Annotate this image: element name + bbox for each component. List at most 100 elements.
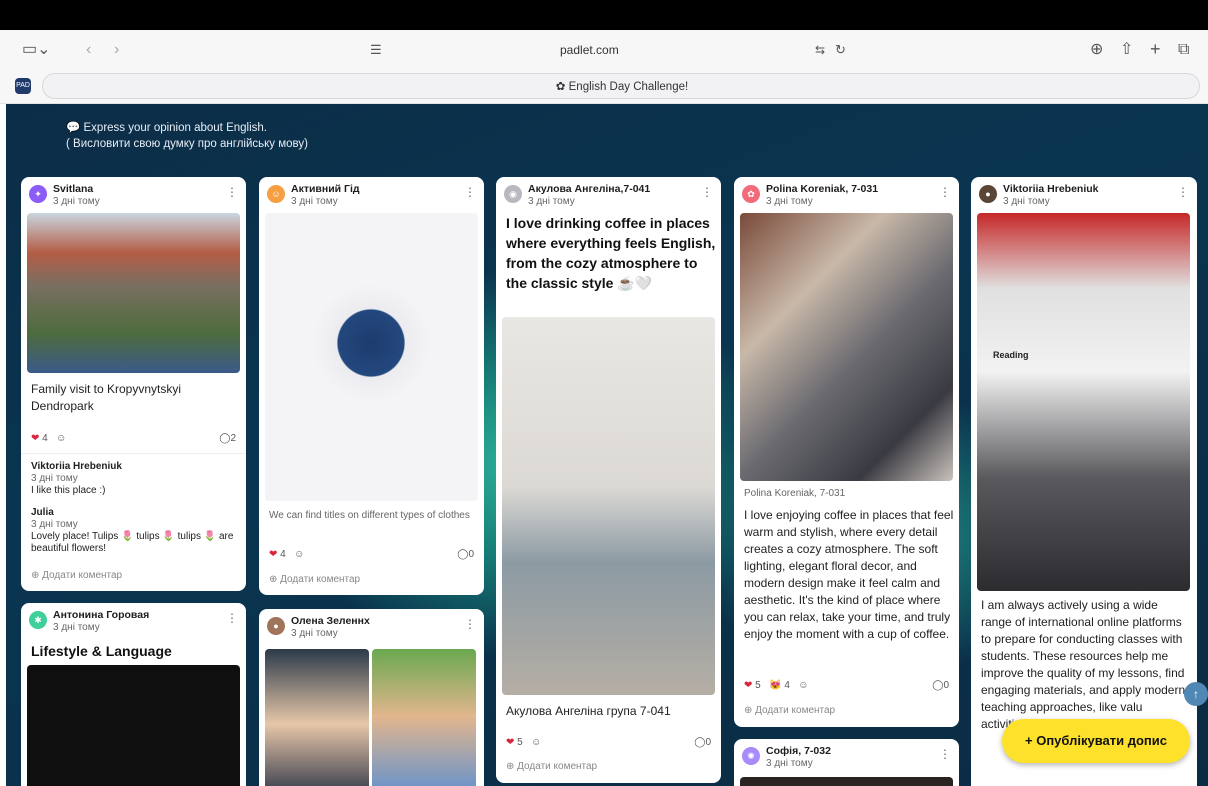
more-options-icon[interactable]: ⋮ — [701, 185, 713, 199]
translate-icon[interactable]: ⇆ — [815, 40, 825, 60]
post-header: ✱ Антонина Горовая 3 дні тому ⋮ — [29, 609, 238, 635]
more-options-icon[interactable]: ⋮ — [226, 611, 238, 625]
comment-icon: ◯ — [932, 680, 944, 691]
reader-icon[interactable]: ☰ — [370, 40, 382, 60]
smile-reaction-icon: 😻 — [769, 680, 782, 691]
post-header: ● Олена Зеленнх 3 дні тому ⋮ — [267, 615, 476, 641]
comment-count[interactable]: ◯0 — [457, 549, 474, 560]
comment: Julia 3 дні тому Lovely place! Tulips 🌷 … — [31, 507, 234, 554]
post-photo[interactable]: Reading — [977, 213, 1190, 591]
add-comment-button[interactable]: ⊕ Додати коментар — [31, 570, 122, 581]
more-options-icon[interactable]: ⋮ — [939, 747, 951, 761]
avatar: ✦ — [29, 185, 47, 203]
add-reaction-icon[interactable]: ☺ — [56, 433, 66, 444]
share-icon[interactable]: ⇧ — [1120, 40, 1133, 60]
comment-icon: ◯ — [457, 549, 469, 560]
sidebar-toggle-icon[interactable]: ▭⌄ — [22, 40, 51, 60]
post-title: Lifestyle & Language — [31, 643, 172, 659]
post-header: ◉ Акулова Ангеліна,7-041 3 дні тому ⋮ — [504, 183, 713, 209]
post-header: ✦ Svitlana 3 дні тому ⋮ — [29, 183, 238, 209]
post-header: ● Viktoriia Hrebeniuk 3 дні тому ⋮ — [979, 183, 1189, 209]
comment-count[interactable]: ◯0 — [932, 680, 949, 691]
avatar: ✱ — [29, 611, 47, 629]
post-author: Акулова Ангеліна,7-041 — [528, 183, 651, 195]
post-photo[interactable] — [502, 317, 715, 695]
add-reaction-icon[interactable]: ☺ — [531, 737, 541, 748]
scroll-up-button[interactable]: ↑ — [1184, 682, 1208, 706]
screen-heading: Reading — [993, 350, 1029, 360]
more-options-icon[interactable]: ⋮ — [939, 185, 951, 199]
post-card[interactable]: ● Viktoriia Hrebeniuk 3 дні тому ⋮ Readi… — [971, 177, 1197, 786]
post-author: Polina Koreniak, 7-031 — [766, 183, 879, 195]
post-author: Олена Зеленнх — [291, 615, 370, 627]
browser-toolbar: ▭⌄ ‹ › ☰ padlet.com ⇆ ↻ ⊕ ⇧ + ⧉ PAD ✿ En… — [0, 30, 1208, 104]
post-author: Viktoriia Hrebeniuk — [1003, 183, 1099, 195]
post-photo[interactable] — [265, 649, 369, 786]
post-time: 3 дні тому — [766, 196, 813, 207]
add-comment-button[interactable]: ⊕ Додати коментар — [744, 705, 835, 716]
post-photo[interactable] — [740, 777, 953, 786]
post-time: 3 дні тому — [766, 758, 813, 769]
avatar: ✿ — [742, 185, 760, 203]
download-icon[interactable]: ⊕ — [1090, 40, 1103, 60]
post-photo[interactable] — [372, 649, 476, 786]
reload-icon[interactable]: ↻ — [835, 40, 846, 60]
tab[interactable]: ✿ English Day Challenge! — [42, 73, 1200, 99]
avatar: ● — [979, 185, 997, 203]
more-options-icon[interactable]: ⋮ — [1177, 185, 1189, 199]
heart-icon: ❤ — [269, 549, 278, 560]
post-card[interactable]: ● Олена Зеленнх 3 дні тому ⋮ — [259, 609, 484, 786]
reactions[interactable]: ❤ 5 😻 4 ☺ — [744, 680, 808, 691]
post-time: 3 дні тому — [1003, 196, 1050, 207]
post-header: ☺ Активний Гід 3 дні тому ⋮ — [267, 183, 476, 209]
post-card[interactable]: ☺ Активний Гід 3 дні тому ⋮ We can find … — [259, 177, 484, 595]
more-options-icon[interactable]: ⋮ — [226, 185, 238, 199]
forward-icon[interactable]: › — [114, 40, 119, 60]
post-author: Активний Гід — [291, 183, 360, 195]
post-card[interactable]: ◉ Акулова Ангеліна,7-041 3 дні тому ⋮ I … — [496, 177, 721, 783]
post-video[interactable] — [27, 665, 240, 786]
post-photo[interactable] — [265, 213, 478, 501]
reactions[interactable]: ❤ 4 ☺ — [269, 549, 304, 560]
add-comment-button[interactable]: ⊕ Додати коментар — [269, 574, 360, 585]
post-time: 3 дні тому — [53, 622, 100, 633]
avatar: ● — [267, 617, 285, 635]
post-card[interactable]: ✿ Polina Koreniak, 7-031 3 дні тому ⋮ Po… — [734, 177, 959, 727]
post-caption: Polina Koreniak, 7-031 — [744, 488, 846, 499]
add-reaction-icon[interactable]: ☺ — [294, 549, 304, 560]
post-time: 3 дні тому — [291, 628, 338, 639]
post-body: I am always actively using a wide range … — [981, 598, 1186, 731]
avatar: ✺ — [742, 747, 760, 765]
post-title: I love drinking coffee in places where e… — [506, 215, 716, 291]
add-comment-button[interactable]: ⊕ Додати коментар — [506, 761, 597, 772]
avatar: ☺ — [267, 185, 285, 203]
reactions[interactable]: ❤ 4 ☺ — [31, 433, 66, 444]
padlet-favicon: PAD — [15, 78, 31, 94]
more-options-icon[interactable]: ⋮ — [464, 185, 476, 199]
back-icon[interactable]: ‹ — [86, 40, 91, 60]
more-options-icon[interactable]: ⋮ — [464, 617, 476, 631]
post-card[interactable]: ✱ Антонина Горовая 3 дні тому ⋮ Lifestyl… — [21, 603, 246, 786]
top-black-strip — [0, 0, 1208, 30]
comment-count[interactable]: ◯2 — [219, 433, 236, 444]
post-card[interactable]: ✺ Софія, 7-032 3 дні тому ⋮ — [734, 739, 959, 786]
avatar: ◉ — [504, 185, 522, 203]
post-caption: We can find titles on different types of… — [269, 510, 470, 521]
board-description: 💬 Express your opinion about English. ( … — [66, 122, 308, 150]
post-author: Софія, 7-032 — [766, 745, 831, 757]
add-reaction-icon[interactable]: ☺ — [798, 680, 808, 691]
comment-icon: ◯ — [694, 737, 706, 748]
post-photo[interactable] — [27, 213, 240, 373]
address-bar[interactable]: padlet.com — [560, 43, 619, 57]
tab-title: English Day Challenge! — [568, 81, 689, 93]
publish-post-button[interactable]: + Опублікувати допис — [1002, 719, 1190, 763]
post-card[interactable]: ✦ Svitlana 3 дні тому ⋮ Family visit to … — [21, 177, 246, 591]
padlet-board: 💬 Express your opinion about English. ( … — [6, 104, 1208, 786]
tabs-overview-icon[interactable]: ⧉ — [1178, 40, 1189, 60]
new-tab-icon[interactable]: + — [1150, 39, 1161, 59]
post-photo[interactable] — [740, 213, 953, 481]
heart-icon: ❤ — [744, 680, 753, 691]
comment-count[interactable]: ◯0 — [694, 737, 711, 748]
post-body: Family visit to Kropyvnytskyi Dendropark — [31, 382, 182, 413]
reactions[interactable]: ❤ 5 ☺ — [506, 737, 541, 748]
